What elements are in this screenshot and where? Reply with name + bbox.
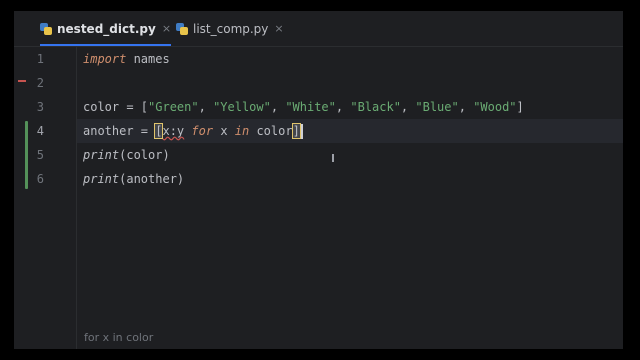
code-line-5: print(color) — [83, 143, 170, 167]
tab-bar: nested_dict.py × list_comp.py × — [14, 11, 623, 47]
string-literal: "Wood" — [473, 100, 517, 114]
assignment: color = [ — [83, 100, 149, 114]
python-file-icon — [176, 22, 188, 35]
line-number: 5 — [36, 148, 44, 162]
deleted-line-marker[interactable] — [18, 80, 26, 82]
call-arguments: (color) — [119, 148, 170, 162]
line-number-current: 4 — [36, 124, 44, 138]
code-editor[interactable]: import names color = ["Green", "Yellow",… — [77, 47, 623, 329]
keyword: import — [83, 52, 127, 66]
line-number: 3 — [36, 100, 44, 114]
text-caret — [300, 124, 303, 139]
close-icon[interactable]: × — [162, 22, 171, 35]
function-name: print — [83, 172, 120, 186]
string-literal: "Black" — [350, 100, 401, 114]
separator: , — [198, 100, 214, 114]
editor-window: nested_dict.py × list_comp.py × 1 2 3 4 … — [14, 11, 623, 349]
function-name: print — [83, 148, 120, 162]
code-line-6: print(another) — [83, 167, 184, 191]
separator: , — [270, 100, 286, 114]
line-number: 1 — [36, 52, 44, 66]
close-icon[interactable]: × — [274, 22, 283, 35]
tab-label: nested_dict.py — [57, 21, 156, 36]
assignment: another = — [83, 124, 156, 138]
matched-bracket-close: ] — [291, 123, 301, 139]
error-expression: x:y — [162, 124, 185, 138]
module-name: names — [126, 52, 170, 66]
line-number: 2 — [36, 76, 44, 90]
loop-variable: x — [213, 124, 235, 138]
string-literal: "Yellow" — [213, 100, 271, 114]
code-line-4: another = [x:y for x in color] — [83, 119, 303, 143]
closing-bracket: ] — [516, 100, 524, 114]
tab-list-comp[interactable]: list_comp.py × — [176, 11, 284, 46]
iterable: color — [249, 124, 293, 138]
separator: , — [400, 100, 416, 114]
mouse-ibeam-cursor — [332, 154, 334, 162]
line-number: 6 — [36, 172, 44, 186]
python-file-icon — [40, 22, 52, 35]
code-line-1: import names — [83, 47, 170, 71]
keyword: for — [191, 124, 214, 138]
string-literal: "Blue" — [415, 100, 459, 114]
line-number-gutter: 1 2 3 4 5 6 — [14, 47, 76, 349]
string-literal: "Green" — [148, 100, 199, 114]
keyword: in — [234, 124, 250, 138]
changed-lines-marker[interactable] — [25, 121, 28, 189]
call-arguments: (another) — [119, 172, 185, 186]
separator: , — [335, 100, 351, 114]
tab-label: list_comp.py — [193, 21, 269, 36]
code-line-3: color = ["Green", "Yellow", "White", "Bl… — [83, 95, 524, 119]
breadcrumb[interactable]: for x in color — [84, 331, 153, 344]
string-literal: "White" — [285, 100, 336, 114]
separator: , — [458, 100, 474, 114]
tab-nested-dict[interactable]: nested_dict.py × — [40, 11, 172, 46]
